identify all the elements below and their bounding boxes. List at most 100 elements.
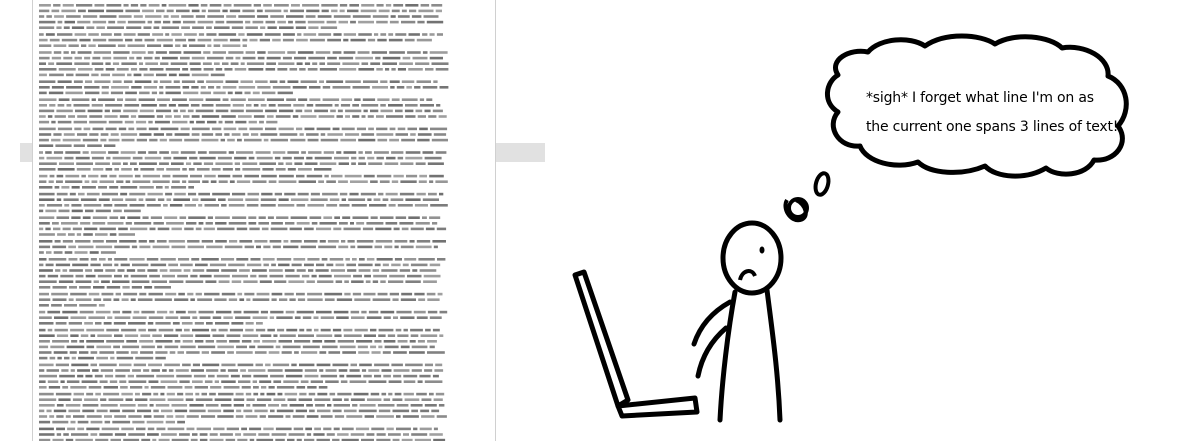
document-word-glyph — [90, 334, 96, 337]
document-word-glyph — [195, 334, 211, 337]
document-word-glyph — [168, 104, 176, 107]
document-word-glyph — [91, 180, 98, 183]
document-word-glyph — [92, 38, 107, 42]
document-word-glyph — [296, 269, 306, 272]
document-word-glyph — [153, 26, 160, 29]
document-word-glyph — [49, 73, 64, 77]
document-word-glyph — [213, 44, 221, 47]
document-word-glyph — [54, 316, 69, 319]
document-word-glyph — [121, 328, 137, 332]
document-word-glyph — [429, 33, 435, 36]
document-word-glyph — [159, 91, 164, 95]
document-word-glyph — [119, 363, 132, 367]
document-word-glyph — [39, 38, 48, 42]
document-word-glyph — [143, 86, 157, 89]
document-word-glyph — [227, 369, 238, 372]
document-word-glyph — [294, 340, 311, 343]
document-word-glyph — [47, 328, 53, 332]
document-word-glyph — [138, 328, 146, 332]
document-word-glyph — [437, 292, 443, 296]
document-word-glyph — [206, 33, 217, 36]
document-word-glyph — [175, 44, 181, 47]
document-word-glyph — [63, 433, 69, 436]
document-word-glyph — [87, 144, 102, 147]
document-word-glyph — [159, 86, 164, 89]
document-word-glyph — [321, 258, 328, 261]
document-word-glyph — [164, 345, 179, 349]
document-word-glyph — [227, 351, 234, 354]
document-word-glyph — [245, 109, 263, 113]
document-word-glyph — [351, 316, 365, 319]
document-word-glyph — [147, 269, 158, 272]
document-word-glyph — [424, 380, 443, 383]
document-word-glyph — [265, 68, 276, 71]
document-word-glyph — [218, 33, 237, 36]
document-word-glyph — [339, 9, 345, 13]
document-word-glyph — [97, 274, 112, 278]
document-word-glyph — [136, 138, 147, 142]
document-word-glyph — [120, 386, 128, 389]
document-word-glyph — [128, 415, 142, 418]
document-word-glyph — [106, 156, 111, 160]
document-word-glyph — [201, 9, 206, 13]
document-word-glyph — [63, 198, 79, 201]
document-word-glyph — [378, 334, 386, 337]
document-word-glyph — [417, 340, 425, 343]
document-word-glyph — [39, 209, 44, 213]
document-word-glyph — [137, 409, 152, 413]
document-word-glyph — [246, 62, 265, 65]
document-word-glyph — [113, 298, 120, 301]
document-word-glyph — [226, 427, 239, 431]
document-word-glyph — [161, 409, 173, 413]
document-word-glyph — [149, 227, 156, 231]
document-word-glyph — [56, 415, 64, 418]
document-word-glyph — [411, 409, 418, 413]
document-word-glyph — [396, 404, 409, 407]
document-word-glyph — [39, 392, 54, 396]
document-word-glyph — [232, 174, 243, 178]
document-word-glyph — [429, 345, 435, 349]
document-word-glyph — [171, 404, 188, 407]
document-word-glyph — [350, 38, 366, 42]
document-word-glyph — [56, 198, 62, 201]
document-word-glyph — [367, 156, 375, 160]
document-word-glyph — [51, 120, 56, 124]
document-word-glyph — [256, 156, 273, 160]
document-word-glyph — [374, 151, 389, 154]
document-word-glyph — [121, 298, 129, 301]
document-word-glyph — [404, 38, 415, 42]
document-word-glyph — [188, 4, 199, 7]
document-word-glyph — [432, 222, 438, 225]
document-word-glyph — [416, 80, 431, 83]
document-word-glyph — [350, 398, 365, 401]
document-word-glyph — [232, 274, 248, 278]
document-word-glyph — [112, 162, 121, 165]
document-word-glyph — [89, 115, 103, 118]
document-word-glyph — [75, 109, 86, 113]
document-word-glyph — [245, 322, 254, 325]
document-word-glyph — [228, 222, 247, 225]
document-word-glyph — [410, 328, 423, 332]
document-word-glyph — [376, 156, 384, 160]
document-word-glyph — [39, 420, 51, 424]
document-word-glyph — [221, 115, 236, 118]
document-word-glyph — [130, 274, 148, 278]
document-word-glyph — [307, 138, 319, 142]
document-word-glyph — [126, 340, 137, 343]
document-word-glyph — [229, 38, 241, 42]
document-word-glyph — [88, 386, 102, 389]
document-word-glyph — [98, 198, 110, 201]
document-word-glyph — [206, 269, 219, 272]
document-word-glyph — [164, 363, 180, 367]
document-word-glyph — [316, 263, 325, 267]
document-word-glyph — [367, 198, 372, 201]
document-word-glyph — [192, 363, 200, 367]
document-word-glyph — [374, 245, 382, 249]
document-word-glyph — [334, 104, 339, 107]
document-word-glyph — [83, 127, 91, 131]
document-word-glyph — [362, 98, 376, 101]
document-word-glyph — [84, 398, 98, 401]
document-word-glyph — [118, 227, 128, 231]
document-word-glyph — [259, 280, 272, 283]
document-word-glyph — [400, 298, 416, 301]
